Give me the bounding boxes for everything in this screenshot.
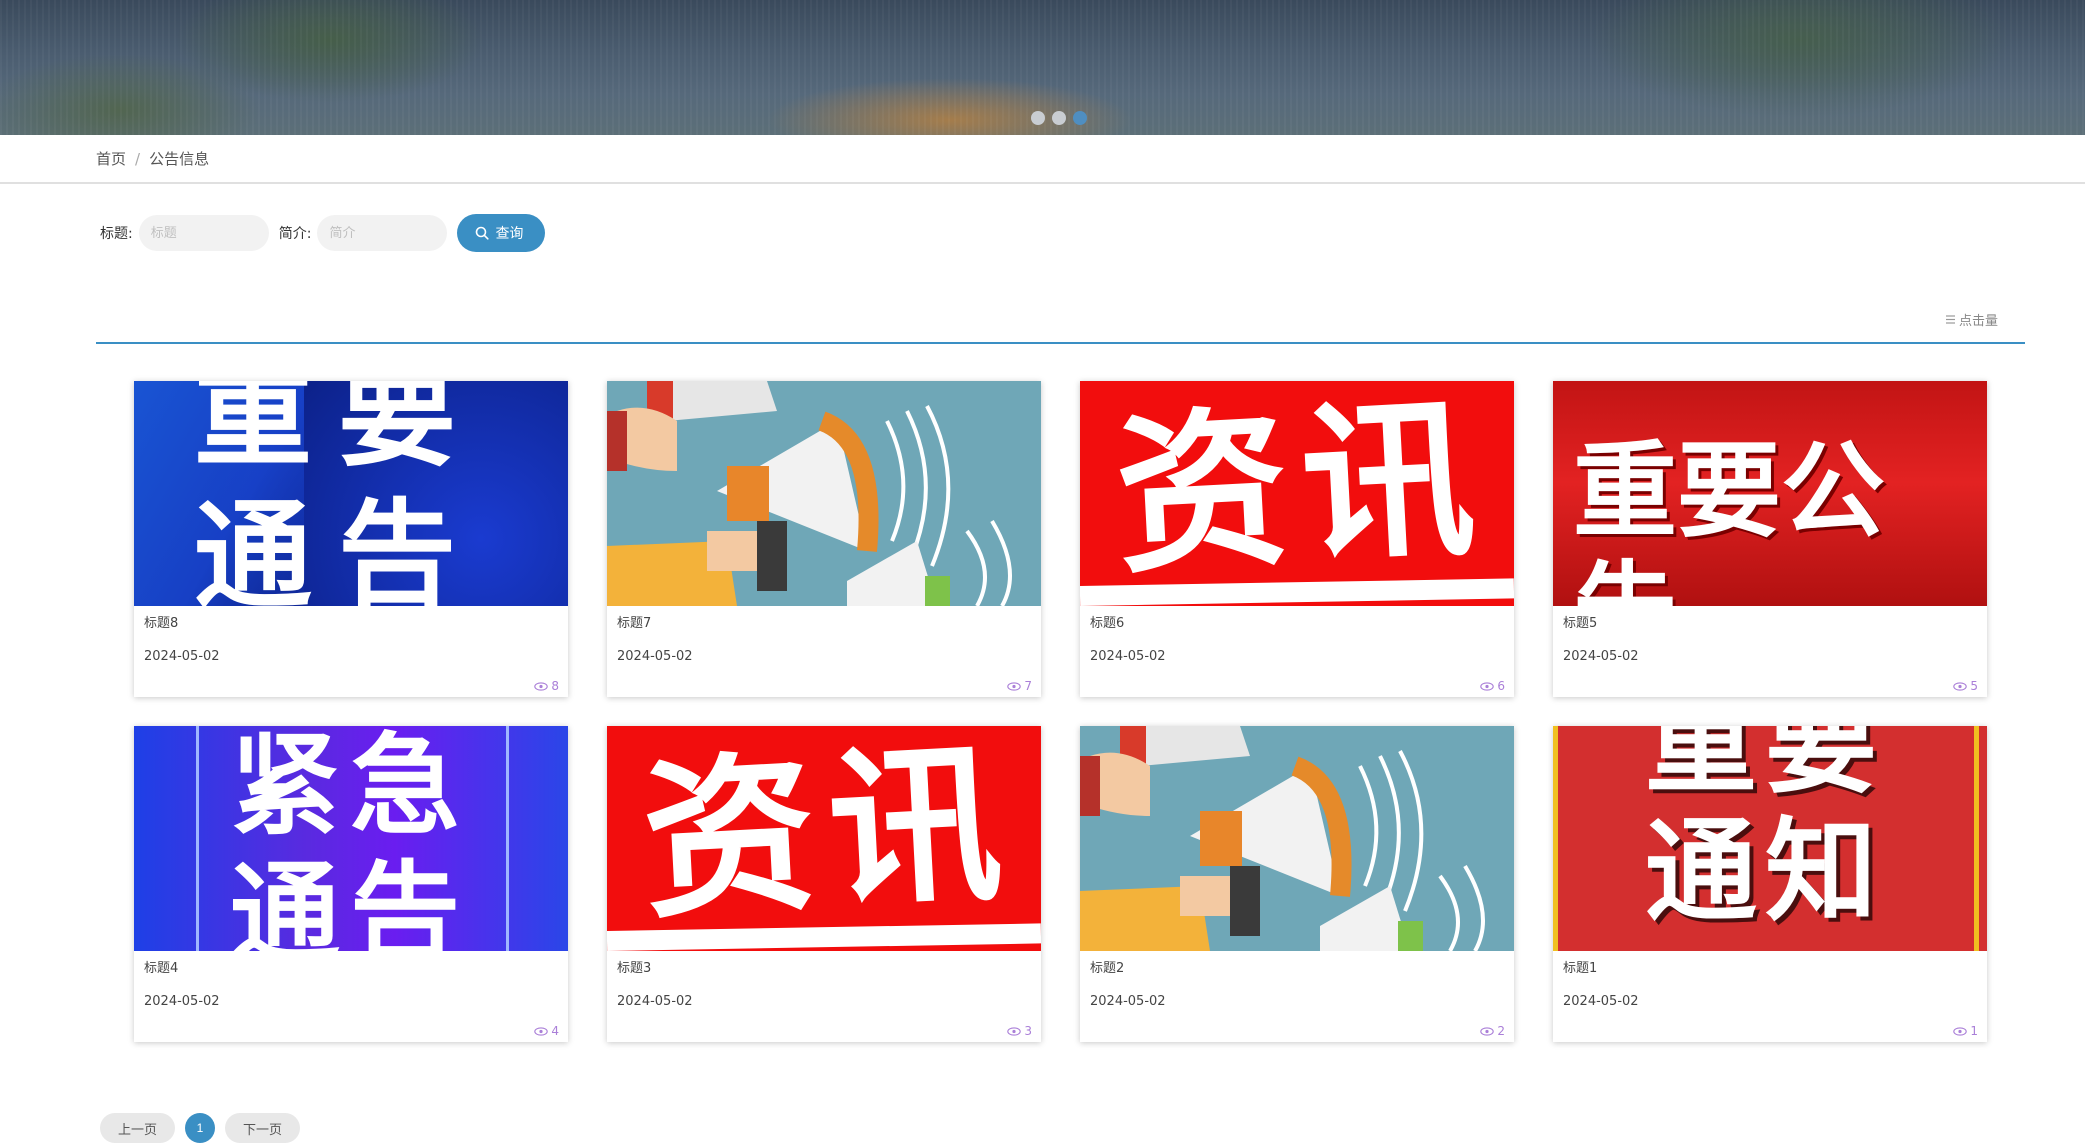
breadcrumb: 首页 / 公告信息 bbox=[0, 135, 2085, 184]
query-button-label: 查询 bbox=[495, 226, 524, 242]
breadcrumb-separator: / bbox=[135, 149, 141, 168]
notice-image[interactable]: 资讯 bbox=[607, 726, 1041, 951]
view-count: 8 bbox=[534, 679, 559, 693]
eye-icon bbox=[1480, 1026, 1495, 1036]
eye-icon bbox=[1953, 1026, 1968, 1036]
notice-card[interactable]: 标题7 2024-05-02 7 bbox=[607, 381, 1041, 697]
notice-card[interactable]: 重要公告 标题5 2024-05-02 5 bbox=[1553, 381, 1987, 697]
view-count: 2 bbox=[1480, 1024, 1505, 1038]
card-date: 2024-05-02 bbox=[1090, 649, 1166, 664]
card-date: 2024-05-02 bbox=[1563, 649, 1639, 664]
notice-image[interactable]: 重要通知 bbox=[1553, 726, 1987, 951]
notice-card[interactable]: 重要通告 标题8 2024-05-02 8 bbox=[134, 381, 568, 697]
image-text: 重要通知 bbox=[1645, 726, 1885, 937]
title-label: 标题: bbox=[100, 226, 133, 242]
notice-image[interactable]: 紧急通告 bbox=[134, 726, 568, 951]
title-input[interactable] bbox=[138, 215, 269, 251]
view-count-value: 6 bbox=[1497, 679, 1505, 693]
notice-image[interactable]: 资讯 bbox=[1080, 381, 1514, 606]
query-button[interactable]: 查询 bbox=[457, 214, 546, 252]
card-date: 2024-05-02 bbox=[1563, 994, 1639, 1009]
sort-by-clicks[interactable]: 点击量 bbox=[1945, 310, 1998, 329]
notice-card[interactable]: 重要通知 标题1 2024-05-02 1 bbox=[1553, 726, 1987, 1042]
megaphone-illustration bbox=[607, 381, 1041, 606]
card-title[interactable]: 标题4 bbox=[144, 957, 178, 976]
carousel-dot-3[interactable] bbox=[1073, 111, 1087, 125]
card-title[interactable]: 标题3 bbox=[617, 957, 651, 976]
card-date: 2024-05-02 bbox=[617, 649, 693, 664]
image-border-right bbox=[1974, 726, 1979, 951]
image-text: 资讯 bbox=[1110, 381, 1493, 598]
view-count-value: 3 bbox=[1024, 1024, 1032, 1038]
view-count: 5 bbox=[1953, 679, 1978, 693]
card-title[interactable]: 标题8 bbox=[144, 612, 178, 631]
eye-icon bbox=[1007, 681, 1022, 691]
view-count: 4 bbox=[534, 1024, 559, 1038]
notice-card[interactable]: 资讯 标题3 2024-05-02 3 bbox=[607, 726, 1041, 1042]
image-text: 资讯 bbox=[637, 726, 1020, 943]
card-title[interactable]: 标题6 bbox=[1090, 612, 1124, 631]
notice-card[interactable]: 标题2 2024-05-02 2 bbox=[1080, 726, 1514, 1042]
card-title[interactable]: 标题2 bbox=[1090, 957, 1124, 976]
card-title[interactable]: 标题5 bbox=[1563, 612, 1597, 631]
next-page-button[interactable]: 下一页 bbox=[225, 1113, 301, 1143]
intro-label: 简介: bbox=[278, 226, 312, 242]
breadcrumb-home[interactable]: 首页 bbox=[96, 148, 126, 169]
carousel-indicators bbox=[1031, 111, 1087, 125]
page-number-1[interactable]: 1 bbox=[185, 1113, 216, 1143]
notice-image[interactable]: 重要通告 bbox=[134, 381, 568, 606]
prev-page-button[interactable]: 上一页 bbox=[100, 1113, 176, 1143]
notice-card[interactable]: 紧急通告 标题4 2024-05-02 4 bbox=[134, 726, 568, 1042]
card-title[interactable]: 标题1 bbox=[1563, 957, 1597, 976]
banner-carousel[interactable] bbox=[0, 0, 2085, 135]
notice-image[interactable] bbox=[607, 381, 1041, 606]
view-count-value: 2 bbox=[1497, 1024, 1505, 1038]
eye-icon bbox=[1007, 1026, 1022, 1036]
view-count-value: 7 bbox=[1024, 679, 1032, 693]
view-count: 7 bbox=[1007, 679, 1032, 693]
carousel-dot-1[interactable] bbox=[1031, 111, 1045, 125]
sort-label: 点击量 bbox=[1958, 314, 1998, 329]
view-count-value: 5 bbox=[1970, 679, 1978, 693]
eye-icon bbox=[534, 681, 549, 691]
breadcrumb-current: 公告信息 bbox=[149, 150, 210, 168]
eye-icon bbox=[534, 1026, 549, 1036]
view-count: 1 bbox=[1953, 1024, 1978, 1038]
image-border-left bbox=[1553, 726, 1558, 951]
card-title[interactable]: 标题7 bbox=[617, 612, 651, 631]
sort-bar: 点击量 bbox=[96, 300, 2025, 344]
notice-card[interactable]: 资讯 标题6 2024-05-02 6 bbox=[1080, 381, 1514, 697]
view-count-value: 1 bbox=[1970, 1024, 1978, 1038]
view-count-value: 4 bbox=[551, 1024, 559, 1038]
view-count: 3 bbox=[1007, 1024, 1032, 1038]
pagination: 上一页 1 下一页 bbox=[100, 1113, 301, 1143]
card-date: 2024-05-02 bbox=[617, 994, 693, 1009]
carousel-dot-2[interactable] bbox=[1052, 111, 1066, 125]
notice-image[interactable]: 重要公告 bbox=[1553, 381, 1987, 606]
megaphone-illustration bbox=[1080, 726, 1514, 951]
notice-image[interactable] bbox=[1080, 726, 1514, 951]
card-date: 2024-05-02 bbox=[144, 649, 220, 664]
view-count-value: 8 bbox=[551, 679, 559, 693]
view-count: 6 bbox=[1480, 679, 1505, 693]
image-text: 重要通告 bbox=[194, 381, 483, 606]
image-text: 紧急通告 bbox=[230, 726, 470, 951]
intro-input[interactable] bbox=[317, 215, 448, 251]
search-icon bbox=[476, 226, 490, 240]
eye-icon bbox=[1953, 681, 1968, 691]
image-text: 重要公告 bbox=[1573, 430, 1886, 606]
sort-icon bbox=[1945, 315, 1955, 324]
card-date: 2024-05-02 bbox=[144, 994, 220, 1009]
card-date: 2024-05-02 bbox=[1090, 994, 1166, 1009]
eye-icon bbox=[1480, 681, 1495, 691]
search-form: 标题: 简介: 查询 bbox=[100, 214, 546, 252]
